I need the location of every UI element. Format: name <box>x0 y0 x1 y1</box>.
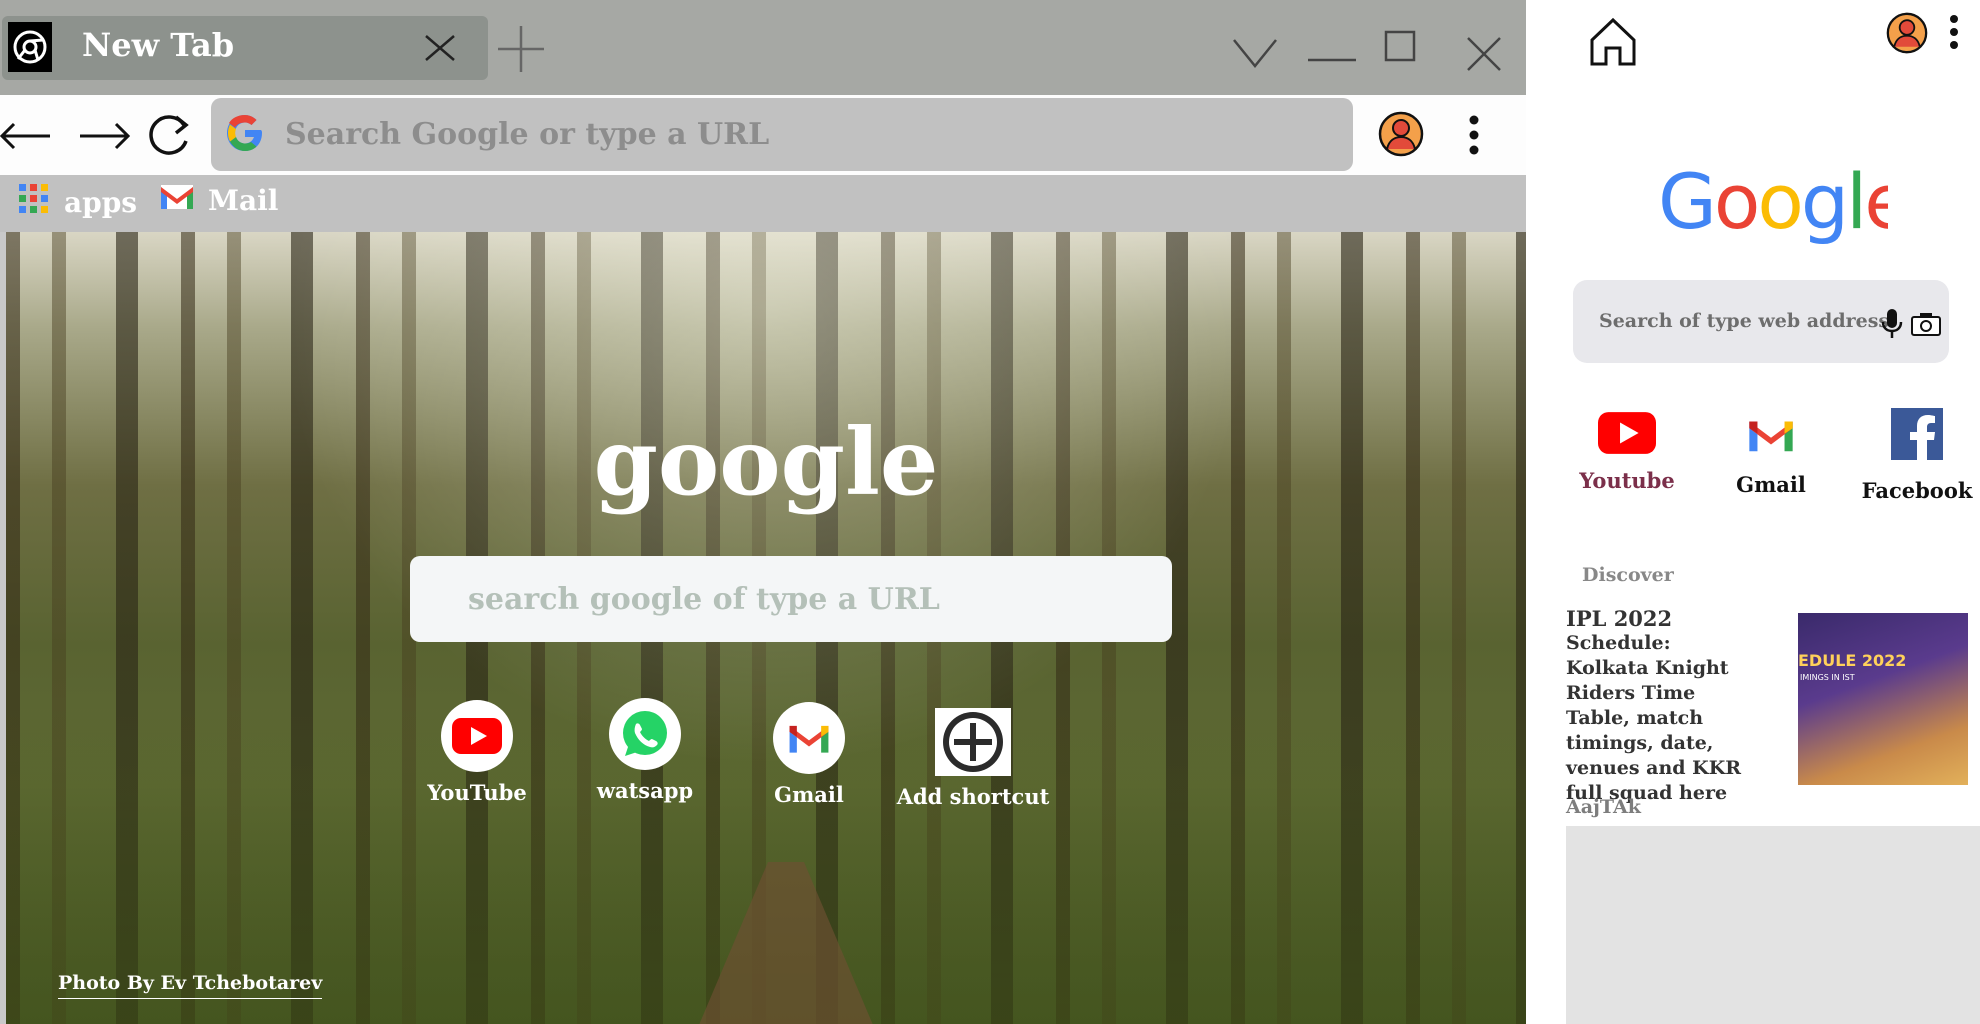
mobile-new-tab-page: Google Youtube Gmail <box>1566 2 1980 826</box>
gmail-icon <box>773 702 845 774</box>
mobile-empty-area <box>1566 826 1980 1024</box>
bookmark-label: Mail <box>208 184 279 217</box>
profile-avatar-icon[interactable] <box>1886 12 1928 58</box>
shortcut-label: watsapp <box>596 778 694 803</box>
article-title: IPL 2022 <box>1566 606 1673 631</box>
bookmarks-bar: apps Mail <box>0 175 1526 232</box>
ntp-search-input[interactable] <box>468 576 1148 622</box>
shortcut-label: Gmail <box>1736 472 1806 497</box>
minimize-icon[interactable] <box>1308 48 1356 67</box>
profile-avatar-icon[interactable] <box>1378 111 1424 161</box>
camera-icon[interactable] <box>1911 312 1941 340</box>
mobile-shortcut-youtube[interactable]: Youtube <box>1562 412 1692 493</box>
bookmark-mail[interactable]: Mail <box>160 183 278 218</box>
add-shortcut-button[interactable]: Add shortcut <box>888 708 1058 809</box>
youtube-icon <box>441 700 513 772</box>
gmail-icon <box>160 183 194 218</box>
google-wordmark-logo: Google <box>1566 157 1980 264</box>
google-g-icon <box>225 112 265 158</box>
discover-article[interactable]: IPL 2022 Schedule: Kolkata Knight Riders… <box>1566 606 1756 806</box>
thumbnail-subcaption: IMINGS IN IST <box>1800 673 1855 682</box>
ntp-search-box[interactable] <box>410 556 1172 642</box>
svg-text:Google: Google <box>1658 166 1888 246</box>
shortcut-gmail[interactable]: Gmail <box>724 702 894 807</box>
facebook-icon <box>1891 408 1943 464</box>
photo-credit-link[interactable]: Photo By Ev Tchebotarev <box>58 972 323 999</box>
home-icon[interactable] <box>1588 16 1638 72</box>
microphone-icon[interactable] <box>1881 308 1903 344</box>
more-menu-icon[interactable] <box>1468 115 1480 159</box>
google-logo: google <box>593 408 939 516</box>
mobile-shortcut-facebook[interactable]: Facebook <box>1852 408 1980 503</box>
new-tab-plus-icon[interactable] <box>496 24 546 78</box>
reload-icon[interactable] <box>146 111 192 163</box>
discover-heading: Discover <box>1582 564 1674 586</box>
article-thumbnail[interactable]: EDULE 2022 IMINGS IN IST <box>1798 613 1968 785</box>
mobile-search-box[interactable] <box>1573 280 1949 363</box>
mobile-search-input[interactable] <box>1599 306 1889 336</box>
shortcut-label: Add shortcut <box>896 784 1050 809</box>
forward-arrow-icon[interactable] <box>78 121 131 155</box>
tab-title: New Tab <box>82 26 235 64</box>
gmail-icon <box>1748 418 1794 458</box>
more-menu-icon[interactable] <box>1948 14 1960 54</box>
back-arrow-icon[interactable] <box>0 121 52 155</box>
shortcut-whatsapp[interactable]: watsapp <box>560 698 730 803</box>
shortcut-youtube[interactable]: YouTube <box>392 700 562 805</box>
chevron-down-icon[interactable] <box>1232 36 1278 74</box>
omnibox-input[interactable] <box>285 112 1325 156</box>
shortcut-label: Facebook <box>1861 478 1973 503</box>
thumbnail-caption: EDULE 2022 <box>1798 651 1907 670</box>
desktop-browser-window: New Tab Search Google or type a URL apps… <box>0 0 1526 1024</box>
plus-icon <box>935 708 1011 776</box>
browser-toolbar <box>0 95 1526 175</box>
apps-grid-icon <box>18 183 50 222</box>
youtube-icon <box>1598 412 1656 458</box>
bookmark-apps[interactable]: apps <box>18 183 137 222</box>
whatsapp-icon <box>609 698 681 770</box>
tab-new-tab[interactable]: New Tab <box>2 16 488 80</box>
close-window-icon[interactable] <box>1466 36 1502 76</box>
tab-strip: New Tab <box>0 0 1526 95</box>
close-tab-icon[interactable] <box>422 30 458 70</box>
omnibox[interactable] <box>211 98 1353 171</box>
shortcut-label: YouTube <box>427 780 527 805</box>
new-tab-page: google YouTube watsapp <box>6 232 1526 1024</box>
article-body: Schedule: Kolkata Knight Riders Time Tab… <box>1566 632 1741 804</box>
article-source: AajTAk <box>1566 796 1641 818</box>
chrome-icon <box>8 22 52 72</box>
shortcut-label: Youtube <box>1579 468 1675 493</box>
shortcut-label: Gmail <box>774 782 844 807</box>
bookmark-label: apps <box>64 186 138 219</box>
maximize-icon[interactable] <box>1384 30 1416 66</box>
mobile-shortcut-gmail[interactable]: Gmail <box>1706 416 1836 497</box>
